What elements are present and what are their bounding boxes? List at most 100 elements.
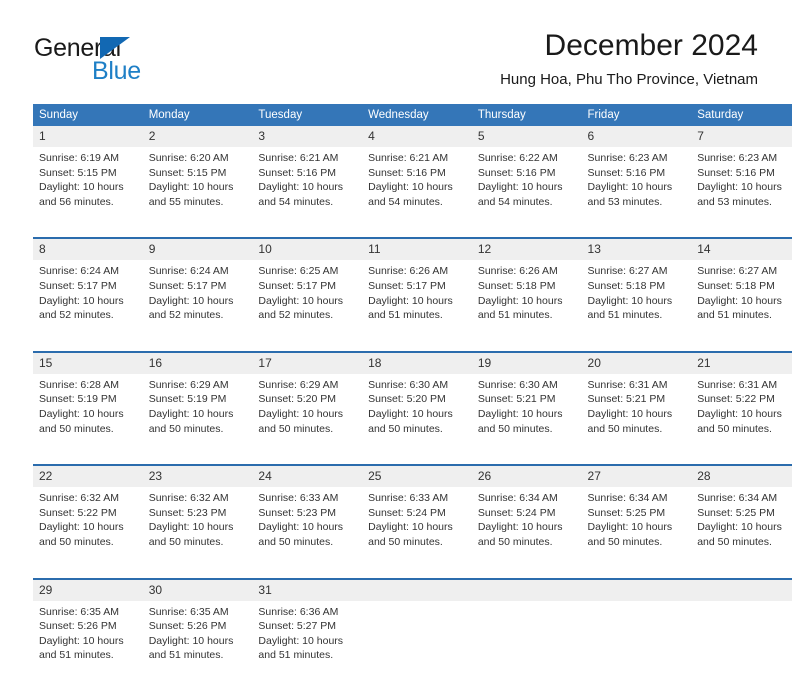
daylight-text-line1: Daylight: 10 hours [39,181,124,194]
day-number: 26 [471,466,582,488]
calendar-day-cell[interactable]: 16 Sunrise: 6:29 AM Sunset: 5:19 PM Dayligh… [142,350,253,447]
calendar-day-cell[interactable]: 29 Sunrise: 6:35 AM Sunset: 5:26 PM Dayligh… [33,577,143,673]
day-details: Sunrise: 6:21 AM Sunset: 5:16 PM Daylight:… [252,147,362,219]
day-number: 8 [33,239,143,261]
sunset-text: Sunset: 5:21 PM [587,393,666,406]
calendar-day-cell[interactable]: 21 Sunrise: 6:31 AM Sunset: 5:22 PM Dayligh… [691,350,792,447]
daylight-text-line2: and 51 minutes. [368,309,443,322]
sunset-text: Sunset: 5:15 PM [39,166,117,179]
day-number: 25 [362,466,472,488]
calendar-table: Sunday Monday Tuesday Wednesday Thursday Frid… [33,104,792,673]
calendar-day-cell[interactable]: 20 Sunrise: 6:31 AM Sunset: 5:21 PM Dayligh… [581,350,692,447]
calendar-day-cell[interactable]: 8 Sunrise: 6:24 AM Sunset: 5:17 PM Daylight… [33,237,143,333]
general-blue-logo[interactable]: General Blue [34,34,234,90]
calendar-container: Sunday Monday Tuesday Wednesday Thursday Frid… [33,104,792,673]
calendar-day-cell[interactable]: 31 Sunrise: 6:36 AM Sunset: 5:27 PM Dayligh… [252,577,363,673]
calendar-day-cell[interactable]: 10 Sunrise: 6:25 AM Sunset: 5:17 PM Dayligh… [252,237,363,333]
daylight-text-line1: Daylight: 10 hours [477,521,563,534]
calendar-day-cell[interactable]: 25 Sunrise: 6:33 AM Sunset: 5:24 PM Dayligh… [362,464,472,560]
daylight-text-line2: and 51 minutes. [39,649,114,662]
day-details [362,601,472,615]
daylight-text-line1: Daylight: 10 hours [697,521,782,534]
weekday-header-monday: Monday [142,104,253,126]
calendar-day-cell[interactable]: 23 Sunrise: 6:32 AM Sunset: 5:23 PM Dayligh… [142,464,253,560]
sunrise-text: Sunrise: 6:21 AM [368,152,449,164]
daylight-text-line2: and 50 minutes. [148,422,224,435]
sunrise-text: Sunrise: 6:27 AM [697,265,778,278]
calendar-day-cell[interactable]: 9 Sunrise: 6:24 AM Sunset: 5:17 PM Daylight… [142,237,253,333]
day-number: 17 [252,352,363,374]
day-number: 19 [471,352,582,374]
calendar-day-cell[interactable]: 4 Sunrise: 6:21 AM Sunset: 5:16 PM Daylight… [362,126,472,219]
calendar-empty-cell [691,577,792,673]
sunrise-text: Sunrise: 6:19 AM [39,152,119,164]
calendar-day-cell[interactable]: 15 Sunrise: 6:28 AM Sunset: 5:19 PM Dayligh… [33,350,143,447]
logo-text-blue: Blue [92,57,141,85]
sunset-text: Sunset: 5:25 PM [697,506,775,519]
sunrise-text: Sunrise: 6:20 AM [148,152,229,164]
day-details: Sunrise: 6:20 AM Sunset: 5:15 PM Daylight:… [143,147,253,219]
calendar-day-cell[interactable]: 11 Sunrise: 6:26 AM Sunset: 5:17 PM Dayligh… [362,237,472,333]
calendar-day-cell[interactable]: 13 Sunrise: 6:27 AM Sunset: 5:18 PM Dayligh… [581,237,692,333]
day-details: Sunrise: 6:31 AM Sunset: 5:22 PM Daylight:… [691,374,792,446]
weekday-header-sunday: Sunday [33,104,143,126]
calendar-day-cell[interactable]: 26 Sunrise: 6:34 AM Sunset: 5:24 PM Dayligh… [471,464,582,560]
sunrise-text: Sunrise: 6:31 AM [587,378,668,391]
daylight-text-line1: Daylight: 10 hours [477,181,563,194]
calendar-week-row: 29 Sunrise: 6:35 AM Sunset: 5:26 PM Dayligh… [33,577,792,673]
calendar-day-cell[interactable]: 19 Sunrise: 6:30 AM Sunset: 5:21 PM Dayligh… [471,350,582,447]
sunrise-text: Sunrise: 6:25 AM [258,265,339,278]
calendar-day-cell[interactable]: 12 Sunrise: 6:26 AM Sunset: 5:18 PM Dayligh… [471,237,582,333]
calendar-day-cell[interactable]: 7 Sunrise: 6:23 AM Sunset: 5:16 PM Daylight… [691,126,792,219]
week-spacer [33,219,792,238]
sunset-text: Sunset: 5:20 PM [368,393,446,406]
sunrise-text: Sunrise: 6:26 AM [368,265,449,278]
calendar-day-cell[interactable]: 24 Sunrise: 6:33 AM Sunset: 5:23 PM Dayligh… [252,464,363,560]
day-details: Sunrise: 6:22 AM Sunset: 5:16 PM Daylight:… [472,147,582,219]
sunrise-text: Sunrise: 6:30 AM [368,378,449,391]
daylight-text-line2: and 54 minutes. [258,195,334,208]
daylight-text-line1: Daylight: 10 hours [697,181,782,194]
daylight-text-line2: and 50 minutes. [477,422,553,435]
sunset-text: Sunset: 5:23 PM [148,506,227,519]
calendar-day-cell[interactable]: 28 Sunrise: 6:34 AM Sunset: 5:25 PM Dayligh… [691,464,792,560]
sunset-text: Sunset: 5:18 PM [587,279,666,292]
day-details [472,601,582,615]
week-spacer-cell [33,560,792,579]
calendar-day-cell[interactable]: 14 Sunrise: 6:27 AM Sunset: 5:18 PM Dayligh… [691,237,792,333]
day-details: Sunrise: 6:23 AM Sunset: 5:16 PM Daylight:… [691,147,792,219]
calendar-day-cell[interactable]: 6 Sunrise: 6:23 AM Sunset: 5:16 PM Daylight… [581,126,692,219]
day-number: 31 [252,579,363,601]
day-number: 4 [362,126,472,147]
day-number: 24 [252,466,363,488]
day-details: Sunrise: 6:29 AM Sunset: 5:19 PM Daylight:… [143,374,253,446]
day-details: Sunrise: 6:19 AM Sunset: 5:15 PM Daylight:… [33,147,143,219]
calendar-day-cell[interactable]: 30 Sunrise: 6:35 AM Sunset: 5:26 PM Dayligh… [142,577,253,673]
calendar-day-cell[interactable]: 5 Sunrise: 6:22 AM Sunset: 5:16 PM Daylight… [471,126,582,219]
calendar-day-cell[interactable]: 1 Sunrise: 6:19 AM Sunset: 5:15 PM Daylight… [33,126,143,219]
day-details: Sunrise: 6:35 AM Sunset: 5:26 PM Daylight:… [33,601,143,673]
week-spacer-cell [33,333,792,352]
day-details [691,601,792,615]
calendar-day-cell[interactable]: 27 Sunrise: 6:34 AM Sunset: 5:25 PM Dayligh… [581,464,692,560]
day-details: Sunrise: 6:24 AM Sunset: 5:17 PM Daylight:… [143,260,253,332]
calendar-week-row: 22 Sunrise: 6:32 AM Sunset: 5:22 PM Dayligh… [33,464,792,560]
calendar-day-cell[interactable]: 3 Sunrise: 6:21 AM Sunset: 5:16 PM Daylight… [252,126,363,219]
daylight-text-line1: Daylight: 10 hours [39,407,124,420]
calendar-day-cell[interactable]: 22 Sunrise: 6:32 AM Sunset: 5:22 PM Dayligh… [33,464,143,560]
calendar-day-cell[interactable]: 2 Sunrise: 6:20 AM Sunset: 5:15 PM Daylight… [142,126,253,219]
calendar-day-cell[interactable]: 18 Sunrise: 6:30 AM Sunset: 5:20 PM Dayligh… [362,350,472,447]
sunrise-text: Sunrise: 6:33 AM [368,492,449,505]
calendar-day-cell[interactable]: 17 Sunrise: 6:29 AM Sunset: 5:20 PM Dayligh… [252,350,363,447]
week-spacer [33,560,792,579]
day-details: Sunrise: 6:33 AM Sunset: 5:23 PM Daylight:… [252,487,362,559]
day-number: 18 [362,352,472,374]
day-number: 3 [252,126,363,147]
day-details: Sunrise: 6:29 AM Sunset: 5:20 PM Daylight:… [252,374,362,446]
day-number: 1 [33,126,143,147]
sunset-text: Sunset: 5:27 PM [258,620,337,633]
daylight-text-line1: Daylight: 10 hours [258,634,344,647]
day-number: 27 [581,466,692,488]
sunrise-text: Sunrise: 6:30 AM [477,378,558,391]
day-number: 22 [33,466,143,488]
